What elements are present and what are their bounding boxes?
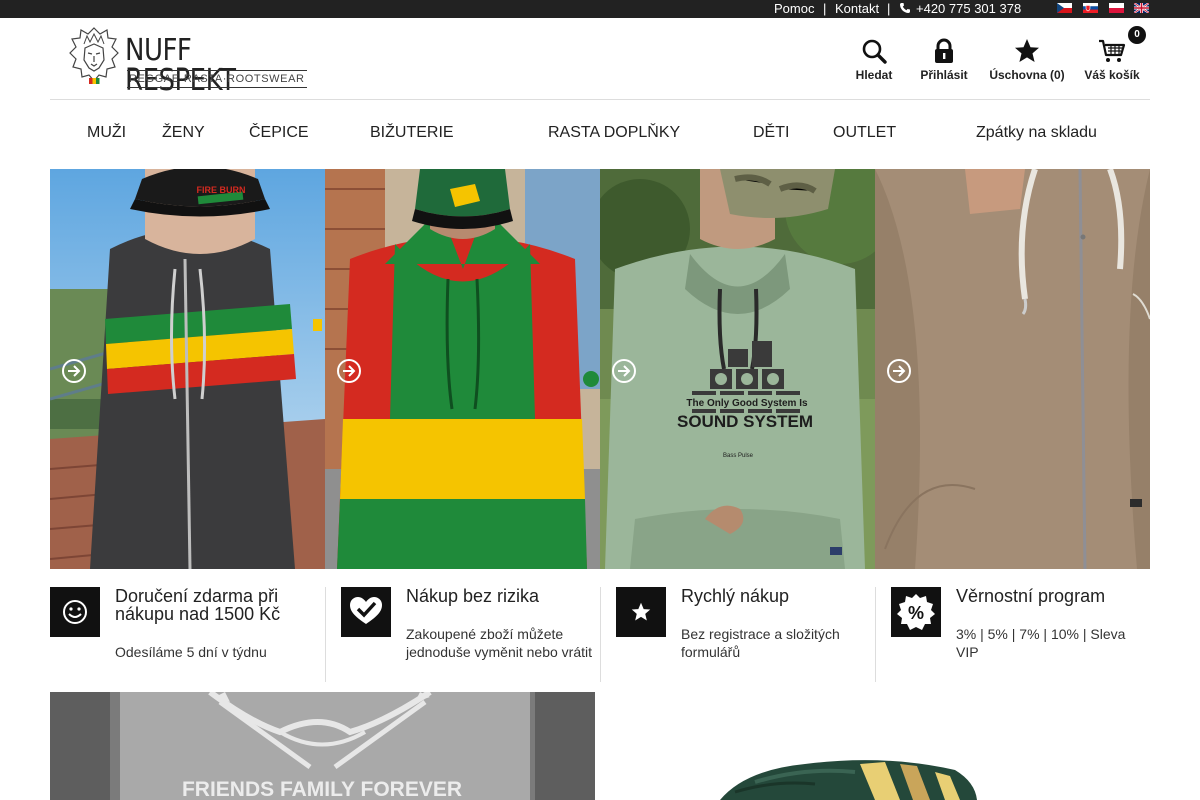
- feature-title-line-1: Doručení zdarma při: [115, 586, 279, 606]
- lock-icon: [935, 38, 953, 63]
- feature-fast-checkout: Rychlý nákup Bez registrace a složitých …: [616, 587, 875, 682]
- banner-1-image: FIRE BURN: [50, 169, 325, 569]
- hoodie-print-line-3: Bass Pulse: [723, 453, 754, 459]
- lower-banner-1[interactable]: FRIENDS FAMILY FOREVER: [50, 692, 595, 800]
- banner-3-image: The Only Good System Is The Only Good Sy…: [600, 169, 875, 569]
- search-icon: [862, 39, 887, 64]
- banner-3-arrow-icon[interactable]: [612, 359, 636, 383]
- search-label: Hledat: [855, 68, 893, 82]
- nav-item-muzi[interactable]: MUŽI: [87, 124, 126, 142]
- phone-icon: [899, 2, 911, 14]
- flag-pl-icon[interactable]: [1109, 3, 1124, 13]
- separator: |: [887, 1, 891, 16]
- feature-desc: 3% | 5% | 7% | 10% | Sleva VIP: [956, 625, 1125, 661]
- help-link[interactable]: Pomoc: [774, 1, 814, 16]
- feature-title: Nákup bez rizika: [406, 586, 540, 606]
- feature-title: Věrnostní program: [956, 586, 1106, 606]
- checkmark-icon: [341, 587, 391, 637]
- flag-sk-icon[interactable]: [1083, 3, 1098, 13]
- star-icon: [1015, 39, 1039, 62]
- cart-label: Váš košík: [1084, 68, 1140, 82]
- banner-2-arrow-icon[interactable]: [337, 359, 361, 383]
- lower-banner-print-text: FRIENDS FAMILY FOREVER: [182, 778, 462, 800]
- divider: [875, 587, 876, 682]
- feature-title: Doručení zdarma při nákupu nad 1500 Kč: [115, 587, 280, 623]
- lower-banner-2[interactable]: [605, 692, 1150, 800]
- feature-risk-free: Nákup bez rizika Zakoupené zboží můžete …: [341, 587, 600, 682]
- nav-item-back-in-stock[interactable]: Zpátky na skladu: [976, 124, 1097, 142]
- separator: |: [823, 1, 827, 16]
- site-header: NUFF RESPEKT REGGAE·RASTA·ROOTSWEAR Hled…: [50, 18, 1150, 100]
- logo-tagline: REGGAE·RASTA·ROOTSWEAR: [127, 70, 307, 88]
- feature-title: Rychlý nákup: [681, 586, 790, 606]
- feature-desc-line-2: VIP: [956, 644, 979, 660]
- top-bar: Pomoc | Kontakt | +420 775 301 378: [0, 0, 1200, 18]
- feature-desc-line-2: formulářů: [681, 644, 741, 660]
- nav-item-zeny[interactable]: ŽENY: [162, 124, 205, 142]
- divider: [325, 587, 326, 682]
- feature-desc-line-1: Zakoupené zboží můžete: [406, 626, 564, 642]
- contact-link[interactable]: Kontakt: [835, 1, 879, 16]
- divider: [600, 587, 601, 682]
- feature-desc: Bez registrace a složitých formulářů: [681, 625, 840, 661]
- promo-banner-3[interactable]: The Only Good System Is The Only Good Sy…: [600, 169, 875, 569]
- cap-print-text: FIRE BURN: [197, 185, 246, 195]
- nav-item-bizuterie[interactable]: BIŽUTERIE: [370, 124, 454, 142]
- feature-desc-line-2: jednoduše vyměnit nebo vrátit: [406, 644, 592, 660]
- flag-cz-icon[interactable]: [1057, 3, 1072, 13]
- nav-item-rasta-doplnky[interactable]: RASTA DOPLŇKY: [548, 124, 680, 142]
- flag-en-icon[interactable]: [1134, 3, 1149, 13]
- hoodie-print-line-1-visible: The Only Good System Is: [686, 398, 808, 409]
- lower-banner-2-image: [605, 692, 1150, 800]
- smiley-icon: [50, 587, 100, 637]
- hoodie-print-line-2: SOUND SYSTEM: [677, 412, 813, 431]
- banner-4-arrow-icon[interactable]: [887, 359, 911, 383]
- wishlist-button[interactable]: Úschovna (0): [986, 36, 1068, 82]
- search-button[interactable]: Hledat: [850, 36, 898, 82]
- lower-banner-1-image: FRIENDS FAMILY FOREVER: [50, 692, 595, 800]
- login-button[interactable]: Přihlásit: [916, 36, 972, 82]
- cart-icon: [1099, 39, 1126, 62]
- promo-banner-4[interactable]: [875, 169, 1150, 569]
- nav-item-deti[interactable]: DĚTI: [753, 124, 789, 142]
- feature-desc: Zakoupené zboží můžete jednoduše vyměnit…: [406, 625, 592, 661]
- percent-icon: %: [891, 587, 941, 637]
- banner-4-image: [875, 169, 1150, 569]
- banner-2-image: [325, 169, 600, 569]
- feature-title-line-2: nákupu nad 1500 Kč: [115, 604, 281, 624]
- feature-desc-line-1: Bez registrace a složitých: [681, 626, 840, 642]
- lion-logo-icon: [69, 27, 119, 84]
- star-icon: [616, 587, 666, 637]
- svg-text:%: %: [908, 603, 924, 623]
- nav-item-cepice[interactable]: ČEPICE: [249, 124, 309, 142]
- feature-desc: Odesíláme 5 dní v týdnu: [115, 644, 267, 660]
- phone-link[interactable]: +420 775 301 378: [916, 1, 1021, 16]
- cart-button[interactable]: 0 Váš košík: [1080, 26, 1146, 82]
- cart-count-badge: 0: [1128, 26, 1146, 44]
- site-logo[interactable]: NUFF RESPEKT REGGAE·RASTA·ROOTSWEAR: [69, 26, 307, 96]
- feature-free-shipping: Doručení zdarma při nákupu nad 1500 Kč O…: [50, 587, 325, 682]
- promo-banner-2[interactable]: [325, 169, 600, 569]
- login-label: Přihlásit: [920, 68, 968, 82]
- feature-desc-line-1: 3% | 5% | 7% | 10% | Sleva: [956, 626, 1126, 642]
- wishlist-label: Úschovna (0): [989, 68, 1065, 82]
- promo-banner-1[interactable]: FIRE BURN: [50, 169, 325, 569]
- nav-item-outlet[interactable]: OUTLET: [833, 124, 896, 142]
- feature-loyalty: % Věrnostní program 3% | 5% | 7% | 10% |…: [891, 587, 1150, 682]
- banner-1-arrow-icon[interactable]: [62, 359, 86, 383]
- main-nav: MUŽI ŽENY ČEPICE BIŽUTERIE RASTA DOPLŇKY…: [50, 100, 1150, 168]
